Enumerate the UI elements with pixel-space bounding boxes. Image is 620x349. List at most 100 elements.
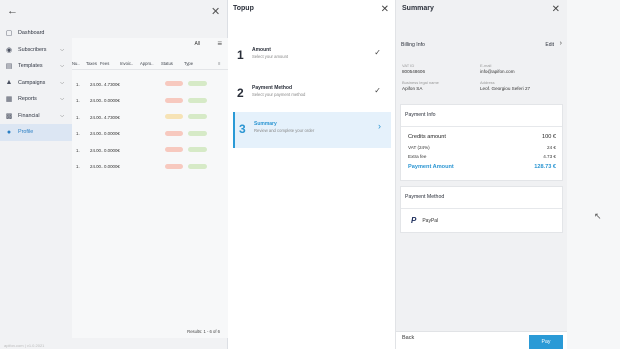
arrow-left-icon[interactable]: ← [7, 5, 18, 17]
payment-info-heading: Payment Info [405, 112, 436, 118]
row-fee: 0.0000€ [104, 131, 120, 137]
row-date: 24.00.. [90, 164, 104, 170]
fee-value: 4.73 € [543, 154, 556, 159]
column-header[interactable]: Taxes [86, 61, 100, 66]
sidebar-item-dashboard[interactable]: ▢ Dashboard [0, 25, 72, 42]
type-badge [188, 163, 207, 169]
pay-button[interactable]: Pay [529, 335, 563, 349]
credits-value: 100 € [542, 134, 556, 140]
column-header[interactable]: Type [184, 61, 206, 66]
sidebar-item-label: Financial [18, 112, 40, 119]
row-number: 1. [76, 81, 80, 87]
type-badge [188, 97, 207, 103]
sidebar-item-subscribers[interactable]: ◉ Subscribers ⌵ [0, 42, 72, 59]
row-date: 24.00.. [90, 98, 104, 104]
chevron-right-icon[interactable]: › [560, 40, 562, 47]
sidebar-item-templates[interactable]: ▤ Templates ⌵ [0, 58, 72, 75]
divider [401, 126, 562, 127]
fee-label: Extra fee [408, 154, 427, 159]
payment-method-name: PayPal [422, 217, 439, 224]
checkmark-icon: ✓ [374, 86, 381, 95]
billing-info-section: Billing Info Edit › VAT ID 800548606 E-m… [396, 34, 567, 98]
table-row[interactable]: 1. 24.00.. 4.7300€ [72, 109, 228, 126]
paypal-option[interactable]: P PayPal [411, 216, 438, 225]
billing-info-heading: Billing Info [401, 42, 425, 48]
credits-row: Credits amount 100 € [408, 134, 556, 140]
step-number: 3 [239, 122, 246, 136]
step-summary[interactable]: 3 Summary Review and complete your order… [233, 112, 391, 148]
type-badge [188, 147, 207, 153]
sidebar-item-label: Subscribers [18, 46, 47, 53]
column-header[interactable]: Invoic.. [120, 61, 140, 66]
step-number: 1 [237, 48, 244, 62]
sidebar-item-campaigns[interactable]: ▲ Campaigns ⌵ [0, 75, 72, 92]
transactions-table: All ≡ Nu.. Taxes Fees Invoic.. Appro.. S… [72, 38, 228, 338]
type-cell [188, 130, 210, 137]
status-cell [165, 81, 188, 87]
type-cell [188, 163, 210, 170]
sidebar-item-financial[interactable]: ▩ Financial ⌵ [0, 108, 72, 125]
paypal-icon: P [411, 216, 417, 225]
total-label: Payment Amount [408, 164, 454, 170]
status-cell [165, 163, 188, 170]
sidebar-item-label: Profile [18, 129, 34, 136]
people-icon: ◉ [5, 46, 13, 54]
column-header[interactable]: Status [161, 61, 184, 66]
chart-icon: ▦ [5, 96, 13, 104]
payment-info-card: Payment Info Credits amount 100 € VAT (2… [400, 104, 563, 181]
sidebar-item-reports[interactable]: ▦ Reports ⌵ [0, 91, 72, 108]
column-header[interactable]: Nu.. [72, 61, 86, 66]
payment-method-card: Payment Method P PayPal [400, 186, 563, 233]
step-title: Amount [252, 47, 271, 53]
filter-select[interactable]: All [194, 41, 200, 47]
total-value: 128.73 € [534, 164, 556, 170]
type-cell [188, 114, 210, 120]
address-label: Address [480, 80, 495, 85]
filter-icon[interactable]: ≡ [217, 39, 222, 48]
close-icon[interactable]: ✕ [381, 4, 389, 15]
topup-panel: Topup ✕ 1 Amount Select your amount ✓ 2 … [228, 0, 396, 349]
table-row[interactable]: 1. 24.00.. 4.7300€ [72, 76, 228, 93]
sidebar-item-profile[interactable]: ● Profile [0, 124, 72, 141]
chevron-down-icon: ⌵ [60, 46, 64, 53]
panel-title: Topup [233, 5, 254, 12]
table-row[interactable]: 1. 24.00.. 0.0000€ [72, 159, 228, 176]
table-row[interactable]: 1. 24.00.. 0.0000€ [72, 142, 228, 159]
chevron-down-icon: ⌵ [60, 96, 64, 103]
version-text: apifon.com | v1.0.2021 [4, 343, 45, 348]
table-row[interactable]: 1. 24.00.. 0.0000€ [72, 93, 228, 110]
sidebar-item-label: Campaigns [18, 79, 46, 86]
edit-billing-button[interactable]: Edit [545, 42, 554, 48]
row-number: 1. [76, 114, 80, 120]
wallet-icon: ▩ [5, 112, 13, 120]
close-icon[interactable]: ✕ [211, 5, 220, 18]
close-icon[interactable]: ✕ [552, 4, 560, 15]
type-cell [188, 81, 210, 87]
columns-menu-icon[interactable]: ≡ [218, 61, 228, 66]
type-badge [188, 114, 207, 120]
vat-label: VAT ID [402, 63, 415, 68]
row-fee: 4.7300€ [104, 114, 120, 120]
step-amount[interactable]: 1 Amount Select your amount ✓ [233, 38, 391, 74]
column-header[interactable]: Appro.. [140, 61, 161, 66]
step-description: Review and complete your order [254, 128, 315, 133]
address-value: Leof. Georgiou Seferi 27 [480, 86, 531, 91]
dashboard-icon: ▢ [5, 30, 13, 38]
chevron-right-icon: › [378, 121, 381, 131]
email-value: info@apifon.com [480, 69, 515, 74]
column-header[interactable]: Fees [100, 61, 120, 66]
row-date: 24.00.. [90, 114, 104, 120]
results-count: Results: 1 - 6 of 6 [187, 329, 220, 334]
table-row[interactable]: 1. 24.00.. 0.0000€ [72, 126, 228, 143]
step-payment-method[interactable]: 2 Payment Method Select your payment met… [233, 76, 391, 112]
status-cell [165, 114, 188, 120]
action-bar: Back Pay [396, 331, 567, 349]
email-label: E-mail [480, 63, 492, 68]
sidebar-item-label: Reports [18, 96, 37, 103]
app-panel: ← ✕ ▢ Dashboard ◉ Subscribers ⌵ ▤ Templa… [0, 0, 228, 349]
row-fee: 0.0000€ [104, 98, 120, 104]
row-date: 24.00.. [90, 131, 104, 137]
back-button[interactable]: Back [402, 335, 414, 341]
status-cell [165, 147, 188, 153]
status-cell [165, 130, 188, 137]
